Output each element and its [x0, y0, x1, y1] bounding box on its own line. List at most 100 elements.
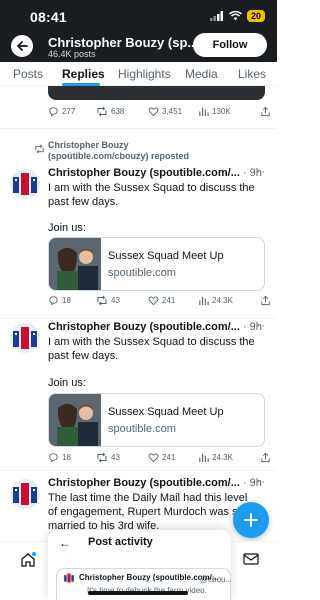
profile-header: 08:41 20 Christopher Bouzy (sp... 46.4K … — [0, 0, 277, 62]
views-count: 130K — [212, 107, 231, 116]
card-title: Sussex Squad Meet Up — [108, 406, 224, 418]
reply-action[interactable]: 18 — [48, 295, 71, 306]
follow-button[interactable]: Follow — [193, 33, 267, 57]
battery-indicator: 20 — [246, 10, 265, 22]
clock: 08:41 — [30, 9, 67, 25]
tweet-text: I am with the Sussex Squad to discuss th… — [48, 182, 255, 208]
more-icon[interactable]: ··· — [252, 476, 266, 488]
avatar[interactable] — [10, 323, 40, 353]
repost-action[interactable]: 638 — [96, 106, 124, 117]
views-icon — [199, 453, 209, 463]
post-actions: 277 638 3,451 130K — [48, 106, 275, 120]
post-count: 46.4K posts — [48, 49, 96, 59]
avatar[interactable] — [10, 479, 40, 509]
like-count: 241 — [162, 296, 176, 305]
card-domain: spoutible.com — [108, 423, 176, 435]
share-action[interactable] — [260, 295, 271, 306]
home-icon[interactable] — [20, 552, 36, 568]
profile-tabs: Posts Replies Highlights Media Likes — [0, 62, 277, 86]
views-action[interactable]: 24.3K — [198, 295, 233, 306]
tab-replies[interactable]: Replies — [62, 67, 105, 81]
tweet-text: The last time the Daily Mail had this le… — [48, 492, 248, 532]
tweet-text: I am with the Sussex Squad to discuss th… — [48, 336, 255, 362]
reply-count: 18 — [62, 296, 71, 305]
repost-icon — [97, 452, 107, 463]
profile-name: Christopher Bouzy (sp... — [48, 35, 199, 50]
tab-posts[interactable]: Posts — [13, 67, 43, 81]
repost-action[interactable]: 43 — [96, 295, 120, 306]
share-icon — [261, 295, 270, 306]
heart-icon — [148, 296, 159, 306]
previous-post-media[interactable] — [48, 86, 265, 100]
back-arrow-icon — [17, 41, 28, 51]
repost-count: 638 — [111, 107, 125, 116]
heart-icon — [148, 107, 159, 117]
reply-action[interactable]: 277 — [48, 106, 75, 117]
post-actions: 18 43 241 24.3K — [48, 295, 275, 309]
avatar-image — [10, 479, 40, 509]
views-icon — [199, 107, 209, 117]
repost-count: 43 — [111, 453, 120, 462]
author-name[interactable]: Christopher Bouzy (spoutible.com/... — [48, 321, 240, 333]
post-activity-sheet[interactable]: ← Post activity Christopher Bouzy (spout… — [48, 530, 231, 600]
like-action[interactable]: 241 — [148, 452, 175, 463]
more-icon[interactable]: ··· — [252, 166, 266, 178]
views-count: 24.3K — [212, 453, 233, 462]
plus-icon — [244, 513, 258, 527]
avatar[interactable] — [10, 169, 40, 199]
reply-icon — [49, 453, 58, 463]
reply-count: 18 — [62, 453, 71, 462]
views-action[interactable]: 24.3K — [198, 452, 233, 463]
share-action[interactable] — [260, 452, 271, 463]
card-thumbnail — [49, 238, 101, 290]
avatar-image — [10, 323, 40, 353]
card-thumbnail — [49, 394, 101, 446]
avatar-image — [10, 169, 40, 199]
repost-icon — [97, 295, 107, 306]
tab-likes[interactable]: Likes — [238, 67, 266, 81]
like-count: 3,451 — [162, 107, 183, 116]
signal-icon — [209, 11, 223, 21]
reply-action[interactable]: 18 — [48, 452, 71, 463]
tweet-join-text: Join us: — [48, 377, 86, 389]
like-action[interactable]: 3,451 — [148, 106, 182, 117]
repost-icon — [97, 106, 107, 117]
tweet-meta: Christopher Bouzy (spoutible.com/... · 9… — [48, 321, 262, 333]
reposted-by-label[interactable]: Christopher Bouzy (spoutible.com/cbouzy)… — [48, 140, 208, 162]
share-icon — [261, 106, 270, 117]
status-bar: 08:41 20 — [0, 0, 277, 30]
repost-count: 43 — [111, 296, 120, 305]
link-card[interactable]: Sussex Squad Meet Up spoutible.com — [48, 237, 265, 291]
author-name[interactable]: Christopher Bouzy (spoutible.com/... — [48, 167, 240, 179]
home-indicator — [88, 591, 188, 595]
link-card[interactable]: Sussex Squad Meet Up spoutible.com — [48, 393, 265, 447]
avatar-image — [63, 572, 75, 584]
compose-button[interactable] — [233, 502, 269, 538]
tweet-join-text: Join us: — [48, 222, 86, 234]
reply-icon — [49, 296, 58, 306]
more-icon[interactable]: ··· — [252, 320, 266, 332]
tweet-meta: Christopher Bouzy (spoutible.com/... · 9… — [48, 167, 262, 179]
share-action[interactable] — [260, 106, 271, 117]
repost-action[interactable]: 43 — [96, 452, 120, 463]
share-icon — [261, 452, 270, 463]
tab-media[interactable]: Media — [185, 67, 218, 81]
quoted-post[interactable]: Christopher Bouzy (spoutible.com/... @cb… — [56, 568, 231, 600]
reply-icon — [49, 107, 58, 117]
back-arrow-icon[interactable]: ← — [59, 536, 71, 550]
author-name[interactable]: Christopher Bouzy (spoutible.com/... — [48, 477, 240, 489]
mail-icon[interactable] — [243, 552, 259, 566]
tweet-meta: Christopher Bouzy (spoutible.com/... · 9… — [48, 477, 262, 489]
post-actions: 18 43 241 24.3K — [48, 452, 275, 466]
like-action[interactable]: 241 — [148, 295, 175, 306]
card-domain: spoutible.com — [108, 267, 176, 279]
status-icons: 20 — [209, 10, 265, 22]
tab-highlights[interactable]: Highlights — [118, 67, 171, 81]
quoted-handle: @cbou... — [200, 575, 231, 584]
tweet[interactable]: Christopher Bouzy (spoutible.com/cbouzy)… — [0, 129, 277, 318]
views-action[interactable]: 130K — [198, 106, 231, 117]
repost-icon — [35, 144, 44, 154]
back-button[interactable] — [11, 35, 33, 57]
views-count: 24.3K — [212, 296, 233, 305]
tweet[interactable]: Christopher Bouzy (spoutible.com/... · 9… — [0, 319, 277, 469]
